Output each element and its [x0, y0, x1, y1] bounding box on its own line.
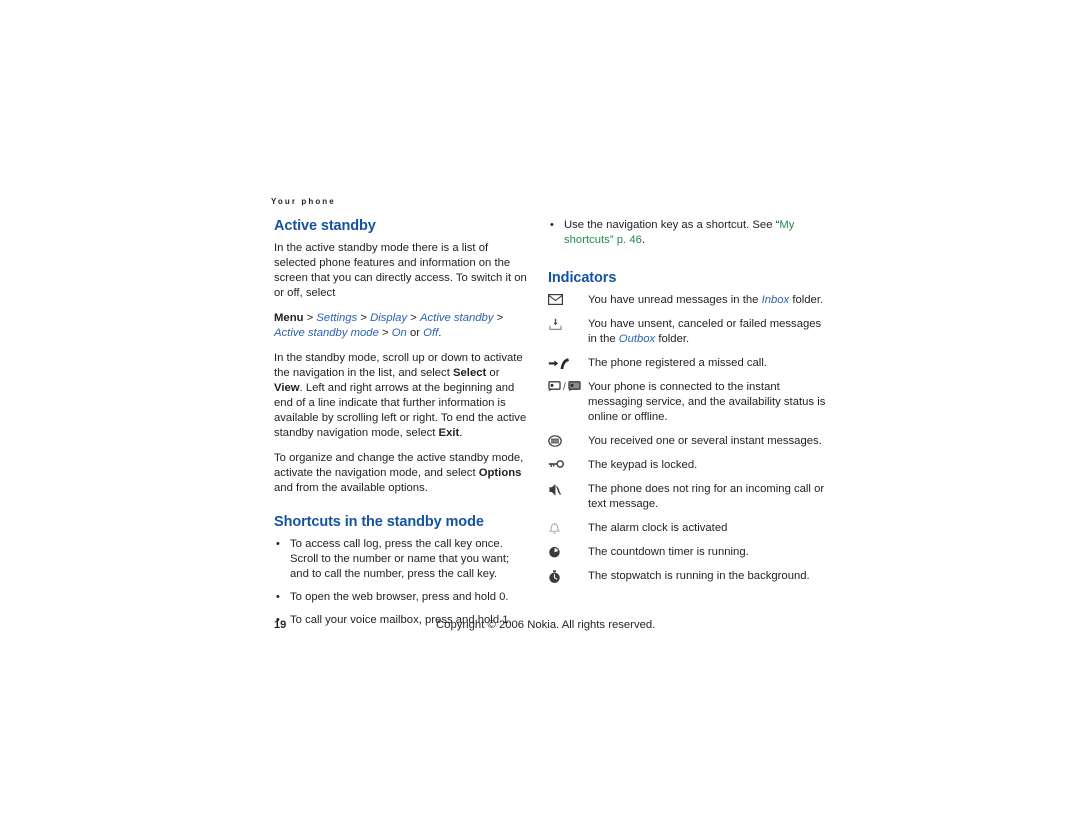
section-title-shortcuts: Shortcuts in the standby mode — [274, 514, 484, 530]
para2-select-label: Select — [452, 367, 487, 379]
para3-post: and from the available options. — [274, 482, 428, 494]
indicator-text: The phone does not ring for an incoming … — [588, 483, 825, 510]
menu-path-or: or — [406, 327, 424, 339]
para2-post: . Left and right arrows at the beginning… — [274, 382, 527, 439]
icon-separator-slash: / — [563, 382, 566, 393]
im-message-icon — [548, 434, 588, 447]
indicator-text-post: folder. — [655, 333, 690, 345]
menu-path-period: . — [438, 327, 442, 339]
menu-path-sep-2: > — [357, 312, 371, 324]
envelope-icon — [548, 293, 588, 305]
indicator-text-pre: You have unread messages in the — [588, 294, 762, 306]
indicator-row-im-message: You received one or several instant mess… — [548, 434, 830, 449]
indicator-folder-inbox: Inbox — [761, 294, 790, 306]
im-bubble-online-icon — [548, 381, 561, 392]
keypad-lock-icon — [548, 458, 588, 469]
footer-page-number: 19 — [274, 619, 287, 631]
list-item: • To access call log, press the call key … — [274, 537, 530, 582]
indicator-row-inbox: You have unread messages in the Inbox fo… — [548, 293, 830, 308]
menu-path-option-off: Off — [423, 327, 439, 339]
indicator-row-missed-call: The phone registered a missed call. — [548, 356, 830, 371]
left-column: Active standby In the active standby mod… — [274, 218, 530, 628]
menu-path-item-display: Display — [370, 312, 408, 324]
indicator-text: You received one or several instant mess… — [588, 435, 822, 447]
outbox-tray-icon — [548, 317, 588, 331]
im-bubble-offline-icon — [568, 381, 581, 392]
bullet-icon: • — [550, 219, 554, 231]
list-item: • Use the navigation key as a shortcut. S… — [548, 218, 830, 248]
indicator-text: The alarm clock is activated — [588, 522, 728, 534]
stopwatch-icon — [548, 569, 588, 584]
bullet-icon: • — [276, 591, 280, 603]
para2-exit-label: Exit — [438, 427, 460, 439]
indicator-row-silent-mode: The phone does not ring for an incoming … — [548, 482, 830, 512]
running-header: Your phone — [271, 197, 336, 206]
alarm-clock-icon — [548, 521, 588, 535]
indicator-text: You have unread messages in the Inbox fo… — [588, 293, 830, 308]
active-standby-menu-path: Menu > Settings > Display > Active stand… — [274, 311, 530, 341]
crossref-mid: ” p. — [609, 234, 630, 246]
silent-mode-icon — [548, 482, 588, 497]
footer-copyright: Copyright © 2006 Nokia. All rights reser… — [436, 619, 656, 631]
shortcut-item-text: To open the web browser, press and hold … — [290, 591, 509, 603]
manual-page: Your phone Active standby In the active … — [0, 0, 1080, 834]
countdown-timer-icon — [548, 545, 588, 559]
indicators-list: You have unread messages in the Inbox fo… — [548, 293, 830, 584]
bullet-icon: • — [276, 538, 280, 550]
section-title-active-standby: Active standby — [274, 218, 376, 234]
crossref-post: . — [641, 234, 646, 246]
menu-path-option-on: On — [391, 327, 407, 339]
menu-path-sep-1: > — [303, 312, 317, 324]
para3-options-label: Options — [478, 467, 522, 479]
shortcut-item-text: To access call log, press the call key o… — [290, 538, 510, 580]
right-column: • Use the navigation key as a shortcut. S… — [548, 218, 830, 584]
para2-view-label: View — [274, 382, 300, 394]
para2-or: or — [486, 367, 500, 379]
navigation-shortcut-pre: Use the navigation key as a shortcut. Se… — [564, 219, 780, 231]
indicator-text: The phone registered a missed call. — [588, 357, 767, 369]
crossref-link-word-2: shortcuts — [564, 234, 610, 246]
missed-call-icon — [548, 356, 588, 370]
im-connected-icons: / — [548, 380, 588, 394]
menu-path-sep-5: > — [378, 327, 392, 339]
indicator-row-keypad-lock: The keypad is locked. — [548, 458, 830, 473]
indicator-row-im-connected: / Your phone is connected to the instant… — [548, 380, 830, 425]
active-standby-paragraph-3: To organize and change the active standb… — [274, 451, 530, 496]
indicator-row-alarm-clock: The alarm clock is activated — [548, 521, 830, 536]
menu-path-item-active-standby: Active standby — [420, 312, 494, 324]
menu-path-menu-label: Menu — [274, 312, 304, 324]
menu-path-item-settings: Settings — [316, 312, 358, 324]
indicator-text: The countdown timer is running. — [588, 546, 749, 558]
para2-end: . — [459, 427, 463, 439]
shortcuts-list: • To access call log, press the call key … — [274, 537, 530, 628]
indicator-row-outbox: You have unsent, canceled or failed mess… — [548, 317, 830, 347]
list-item: • To open the web browser, press and hold… — [274, 590, 530, 605]
indicator-row-countdown-timer: The countdown timer is running. — [548, 545, 830, 560]
navigation-shortcut-text: Use the navigation key as a shortcut. Se… — [564, 219, 794, 246]
navigation-shortcut-list: • Use the navigation key as a shortcut. S… — [548, 218, 830, 248]
active-standby-paragraph-1: In the active standby mode there is a li… — [274, 242, 527, 299]
menu-path-sep-4: > — [493, 312, 504, 324]
section-title-indicators: Indicators — [548, 270, 617, 286]
indicator-text: Your phone is connected to the instant m… — [588, 381, 826, 423]
indicator-text: The stopwatch is running in the backgrou… — [588, 570, 810, 582]
menu-path-item-active-standby-mode: Active standby mode — [274, 327, 379, 339]
indicator-row-stopwatch: The stopwatch is running in the backgrou… — [548, 569, 830, 584]
active-standby-paragraph-2: In the standby mode, scroll up or down t… — [274, 351, 530, 441]
crossref-link-word-1: My — [779, 219, 795, 231]
menu-path-sep-3: > — [407, 312, 420, 324]
indicator-text: The keypad is locked. — [588, 459, 698, 471]
indicator-text: You have unsent, canceled or failed mess… — [588, 317, 830, 347]
indicator-folder-outbox: Outbox — [618, 333, 656, 345]
crossref-page-number[interactable]: 46 — [629, 234, 642, 246]
indicator-text-post: folder. — [789, 294, 824, 306]
